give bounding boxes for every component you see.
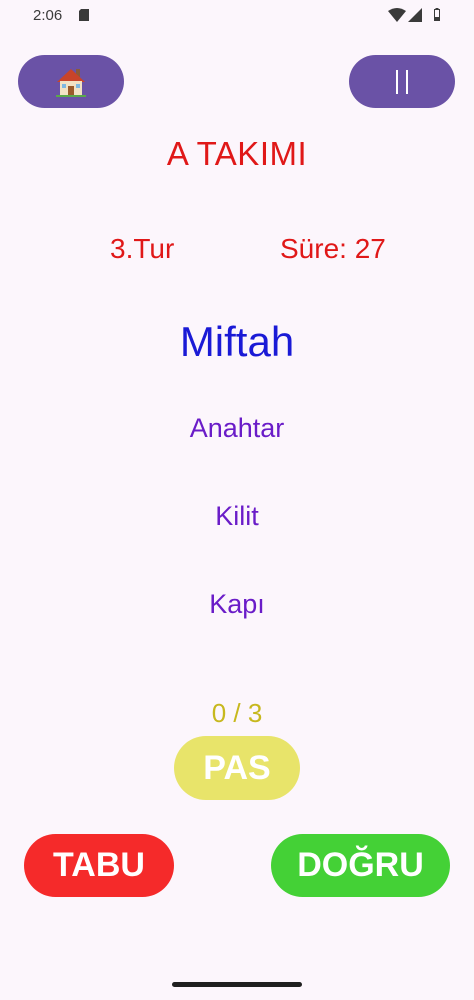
team-title: A TAKIMI [166,135,308,172]
forbidden-word: Anahtar [189,413,285,443]
main-word: Miftah [179,318,295,365]
battery-icon [434,8,440,21]
correct-button[interactable]: DOĞRU [271,834,450,897]
pass-button[interactable]: PAS [174,736,300,800]
wifi-icon [388,8,406,22]
house-icon [56,68,86,97]
pause-icon [396,69,408,94]
forbidden-word: Kapı [209,589,265,619]
round-label: 3.Tur [110,233,175,264]
status-bar: 2:06 [0,0,474,34]
tabu-button[interactable]: TABU [24,834,174,897]
home-button[interactable] [18,55,124,108]
pass-counter: 0 / 3 [211,698,263,728]
pause-button[interactable] [349,55,455,108]
signal-icon [408,8,422,22]
time-remaining: Süre: 27 [280,233,386,264]
sd-card-icon [79,9,89,21]
pause-bar-right [406,69,408,94]
forbidden-word: Kilit [215,501,259,531]
gesture-nav-handle[interactable] [172,982,302,987]
status-time: 2:06 [33,7,63,24]
pause-bar-left [396,69,398,94]
